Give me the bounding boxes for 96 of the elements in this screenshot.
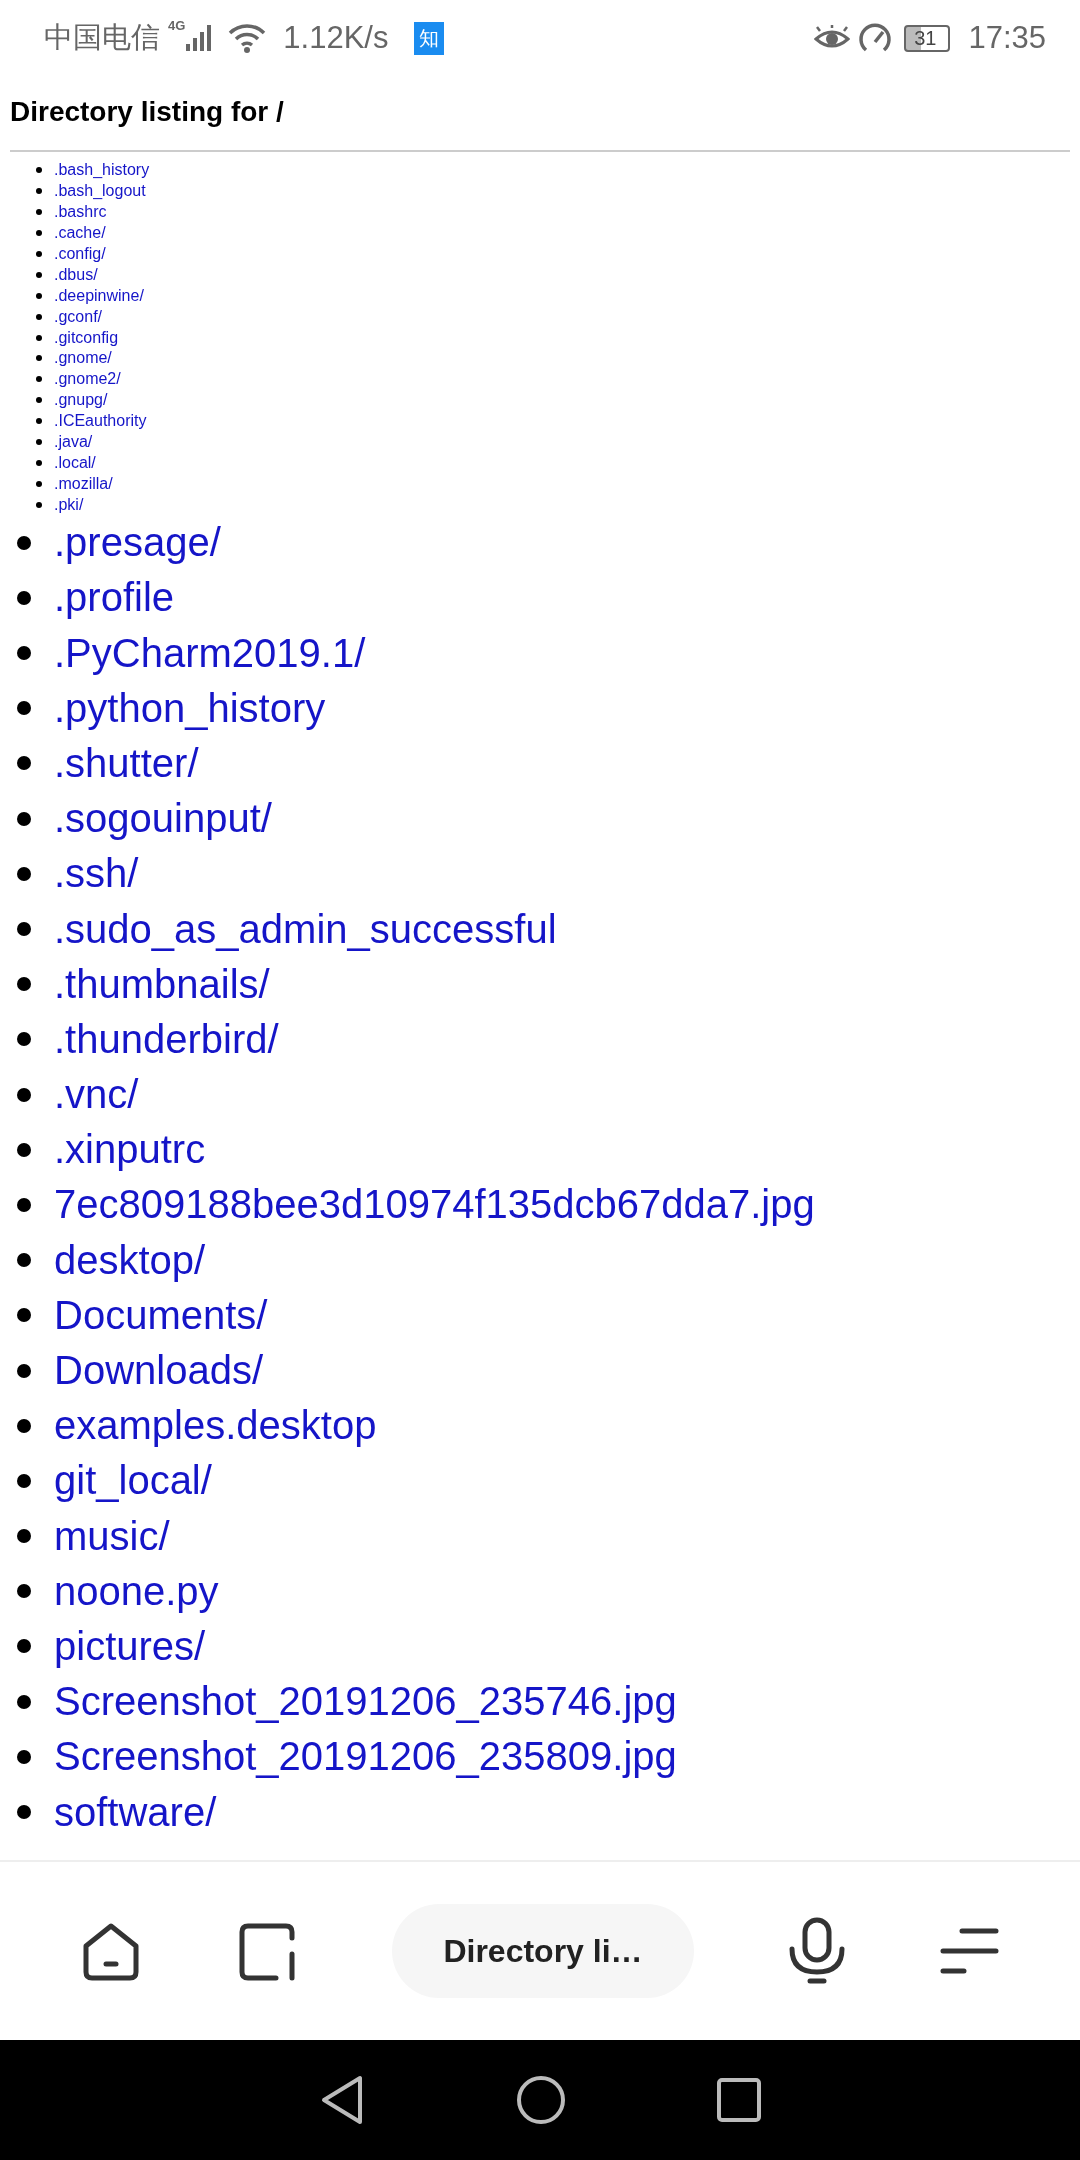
bullet-icon (36, 251, 42, 257)
bullet-icon (36, 167, 42, 174)
network-speed: 1.12K/s (283, 20, 389, 56)
bullet-icon (17, 1142, 31, 1157)
bullet-icon (36, 501, 42, 508)
file-link[interactable]: Downloads/ (54, 1348, 263, 1394)
bullet-icon (36, 209, 42, 216)
file-link[interactable]: .cache/ (54, 224, 106, 243)
bullet-icon (17, 1805, 31, 1820)
bullet-icon (36, 418, 42, 425)
bullet-icon (17, 1749, 31, 1764)
bullet-icon (17, 1473, 31, 1488)
bullet-icon (17, 535, 31, 550)
file-link[interactable]: .python_history (54, 685, 326, 731)
bullet-icon (17, 1639, 31, 1654)
file-link[interactable]: noone.py (54, 1568, 219, 1614)
battery-indicator: 31 (904, 24, 951, 52)
gauge-icon (858, 22, 893, 54)
file-link[interactable]: examples.desktop (54, 1403, 377, 1449)
file-link[interactable]: pictures/ (54, 1624, 206, 1669)
file-link[interactable]: software/ (54, 1789, 217, 1835)
page-heading: Directory listing for / (9, 95, 285, 129)
file-link[interactable]: .thumbnails/ (54, 961, 270, 1007)
file-link[interactable]: .dbus/ (54, 265, 98, 284)
bullet-icon (17, 1418, 31, 1433)
file-link[interactable]: .sudo_as_admin_successful (54, 906, 557, 952)
clock-time: 17:35 (968, 20, 1046, 56)
bullet-icon (17, 811, 31, 826)
file-link[interactable]: .local/ (54, 453, 96, 472)
bullet-icon (36, 271, 42, 278)
file-link[interactable]: .config/ (54, 245, 106, 263)
recents-icon[interactable] (716, 2077, 762, 2123)
wifi-icon (227, 23, 268, 53)
file-link[interactable]: desktop/ (54, 1237, 206, 1283)
bullet-icon (36, 188, 42, 195)
app-notification-badge: 知 (414, 21, 445, 55)
bullet-icon (36, 376, 42, 383)
file-link[interactable]: .gnome/ (54, 349, 112, 368)
bullet-icon (36, 313, 42, 320)
microphone-icon[interactable] (788, 1917, 846, 1985)
bullet-icon (17, 1529, 31, 1544)
file-link[interactable]: Documents/ (54, 1292, 268, 1338)
file-link[interactable]: .pki/ (54, 495, 84, 514)
bullet-icon (17, 922, 31, 937)
file-link[interactable]: Screenshot_20191206_235746.jpg (54, 1679, 677, 1725)
bullet-icon (36, 355, 42, 362)
file-link[interactable]: git_local/ (54, 1458, 212, 1504)
file-link[interactable]: .sogouinput/ (54, 796, 272, 842)
file-link[interactable]: 7ec809188bee3d10974f135dcb67dda7.jpg (54, 1182, 815, 1228)
bullet-icon (17, 590, 31, 605)
network-type: 4G (168, 18, 186, 33)
file-link[interactable]: .gnupg/ (54, 391, 108, 410)
file-link[interactable]: .vnc/ (54, 1072, 139, 1118)
file-link[interactable]: .mozilla/ (54, 474, 113, 493)
carrier-name: 中国电信 (44, 19, 160, 56)
bullet-icon (17, 1363, 31, 1378)
bullet-icon (17, 1087, 31, 1102)
file-link[interactable]: Screenshot_20191206_235809.jpg (54, 1734, 677, 1780)
bullet-icon (17, 1198, 31, 1212)
file-link[interactable]: music/ (54, 1513, 170, 1559)
file-link[interactable]: .presage/ (54, 520, 221, 566)
file-link[interactable]: .thunderbird/ (54, 1016, 279, 1062)
file-link[interactable]: .PyCharm2019.1/ (54, 630, 366, 676)
menu-icon[interactable] (940, 1926, 1000, 1976)
bullet-icon (17, 1694, 31, 1709)
file-link[interactable]: .bash_history (54, 161, 150, 180)
bullet-icon (17, 646, 31, 661)
bullet-icon (17, 866, 31, 881)
bullet-icon (36, 439, 42, 445)
file-link[interactable]: .gitconfig (54, 328, 119, 347)
file-link[interactable]: .ICEauthority (54, 412, 147, 431)
file-link[interactable]: .ssh/ (54, 851, 139, 897)
file-link[interactable]: .deepinwine/ (54, 286, 144, 305)
file-link[interactable]: .gconf/ (54, 307, 103, 326)
bullet-icon (36, 397, 42, 404)
bullet-icon (36, 334, 42, 341)
file-link[interactable]: .java/ (54, 433, 93, 451)
bullet-icon (17, 756, 31, 771)
bullet-icon (17, 977, 31, 992)
current-tab-button[interactable]: Directory li… (392, 1904, 694, 1998)
bullet-icon (17, 701, 31, 716)
home-circle-icon[interactable] (516, 2075, 566, 2125)
file-link[interactable]: .xinputrc (54, 1127, 206, 1173)
file-link[interactable]: .gnome2/ (54, 370, 121, 389)
bullet-icon (17, 1253, 31, 1268)
bullet-icon (17, 1584, 31, 1599)
bullet-icon (17, 1308, 31, 1323)
bullet-icon (36, 230, 42, 237)
bullet-icon (17, 1032, 31, 1047)
file-link[interactable]: .profile (54, 575, 175, 621)
file-link[interactable]: .shutter/ (54, 741, 199, 786)
file-link[interactable]: .bash_logout (54, 182, 146, 201)
bullet-icon (36, 292, 42, 299)
bullet-icon (36, 480, 42, 487)
bullet-icon (36, 459, 42, 466)
file-link[interactable]: .bashrc (54, 203, 107, 222)
